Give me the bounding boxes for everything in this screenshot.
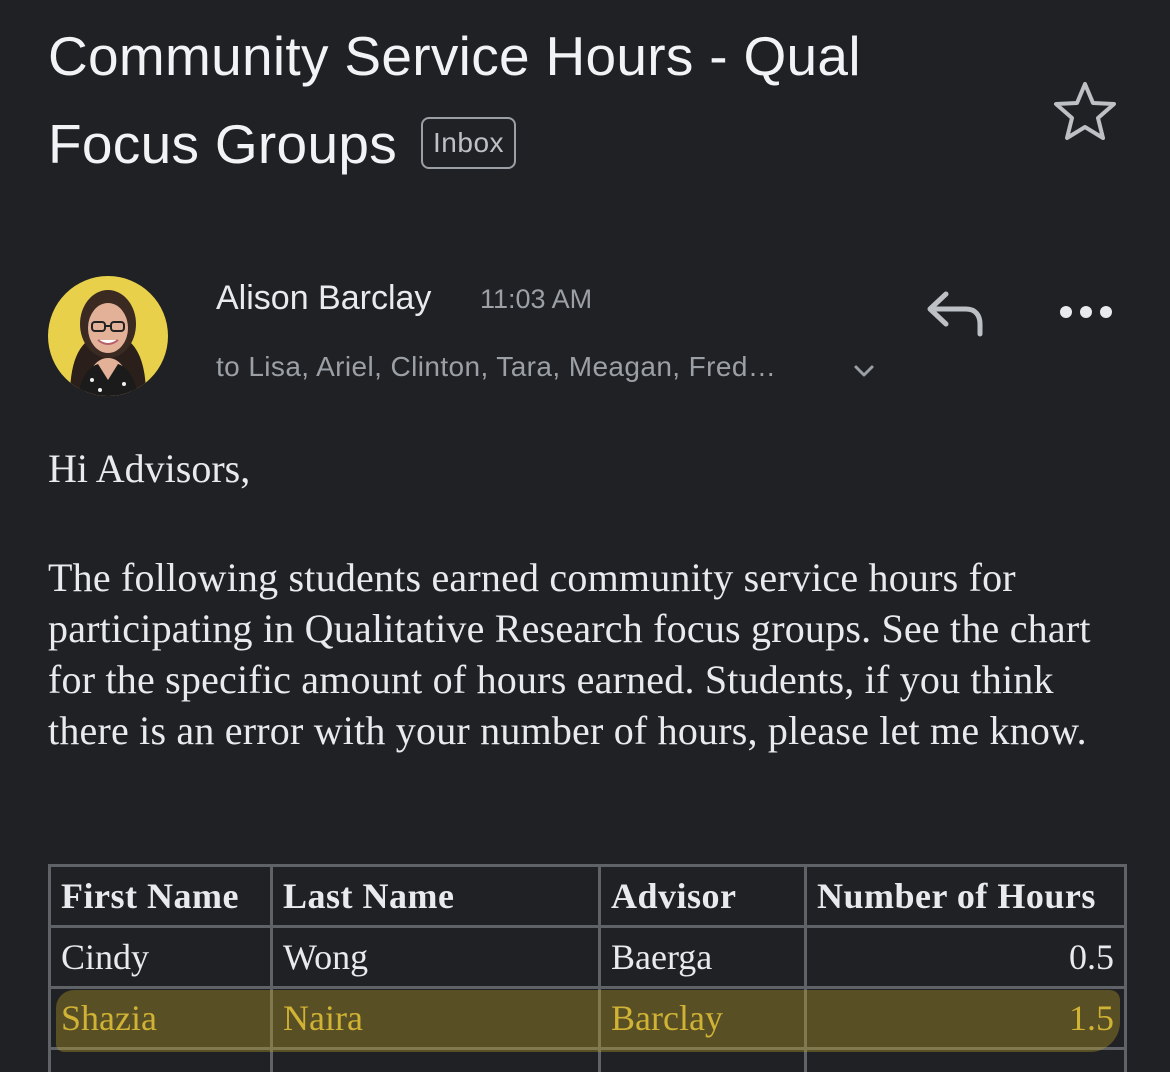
table-row: Cindy Wong Baerga 0.5 (48, 925, 1127, 989)
table-cell: 1.5 (804, 986, 1127, 1050)
email-body-paragraph: The following students earned community … (48, 555, 1091, 753)
email-subject: Community Service Hours - Qual Focus Gro… (48, 12, 1008, 188)
sent-time: 11:03 AM (480, 284, 593, 314)
recipients-summary[interactable]: to Lisa, Ariel, Clinton, Tara, Meagan, F… (216, 348, 776, 386)
reply-icon[interactable] (924, 288, 986, 338)
sender-avatar[interactable] (48, 276, 168, 396)
table-row-highlighted: Shazia Naira Barclay 1.5 (48, 986, 1127, 1050)
sender-name[interactable]: Alison Barclay (216, 276, 431, 320)
column-header: Advisor (598, 864, 807, 928)
table-cell (804, 1047, 1127, 1072)
avatar-photo (48, 276, 168, 396)
table-cell: Barclay (598, 986, 807, 1050)
column-header: Last Name (270, 864, 601, 928)
table-cell: Baerga (598, 925, 807, 989)
table-header-row: First Name Last Name Advisor Number of H… (48, 864, 1127, 928)
inbox-label-chip[interactable]: Inbox (421, 117, 517, 170)
table-row (48, 1047, 1127, 1072)
table-cell (48, 1047, 273, 1072)
table-cell: Wong (270, 925, 601, 989)
star-outline-icon[interactable] (1052, 80, 1118, 142)
table-cell: 0.5 (804, 925, 1127, 989)
column-header: First Name (48, 864, 273, 928)
table-cell: Shazia (48, 986, 273, 1050)
table-cell: Cindy (48, 925, 273, 989)
column-header: Number of Hours (804, 864, 1127, 928)
hours-table: First Name Last Name Advisor Number of H… (48, 864, 1127, 1072)
table-cell (598, 1047, 807, 1072)
more-horizontal-icon[interactable] (1058, 300, 1114, 324)
table-cell: Naira (270, 986, 601, 1050)
chevron-down-icon[interactable] (852, 362, 876, 380)
email-view: Community Service Hours - Qual Focus Gro… (0, 0, 1170, 1072)
email-greeting: Hi Advisors, (48, 446, 251, 491)
table-cell (270, 1047, 601, 1072)
